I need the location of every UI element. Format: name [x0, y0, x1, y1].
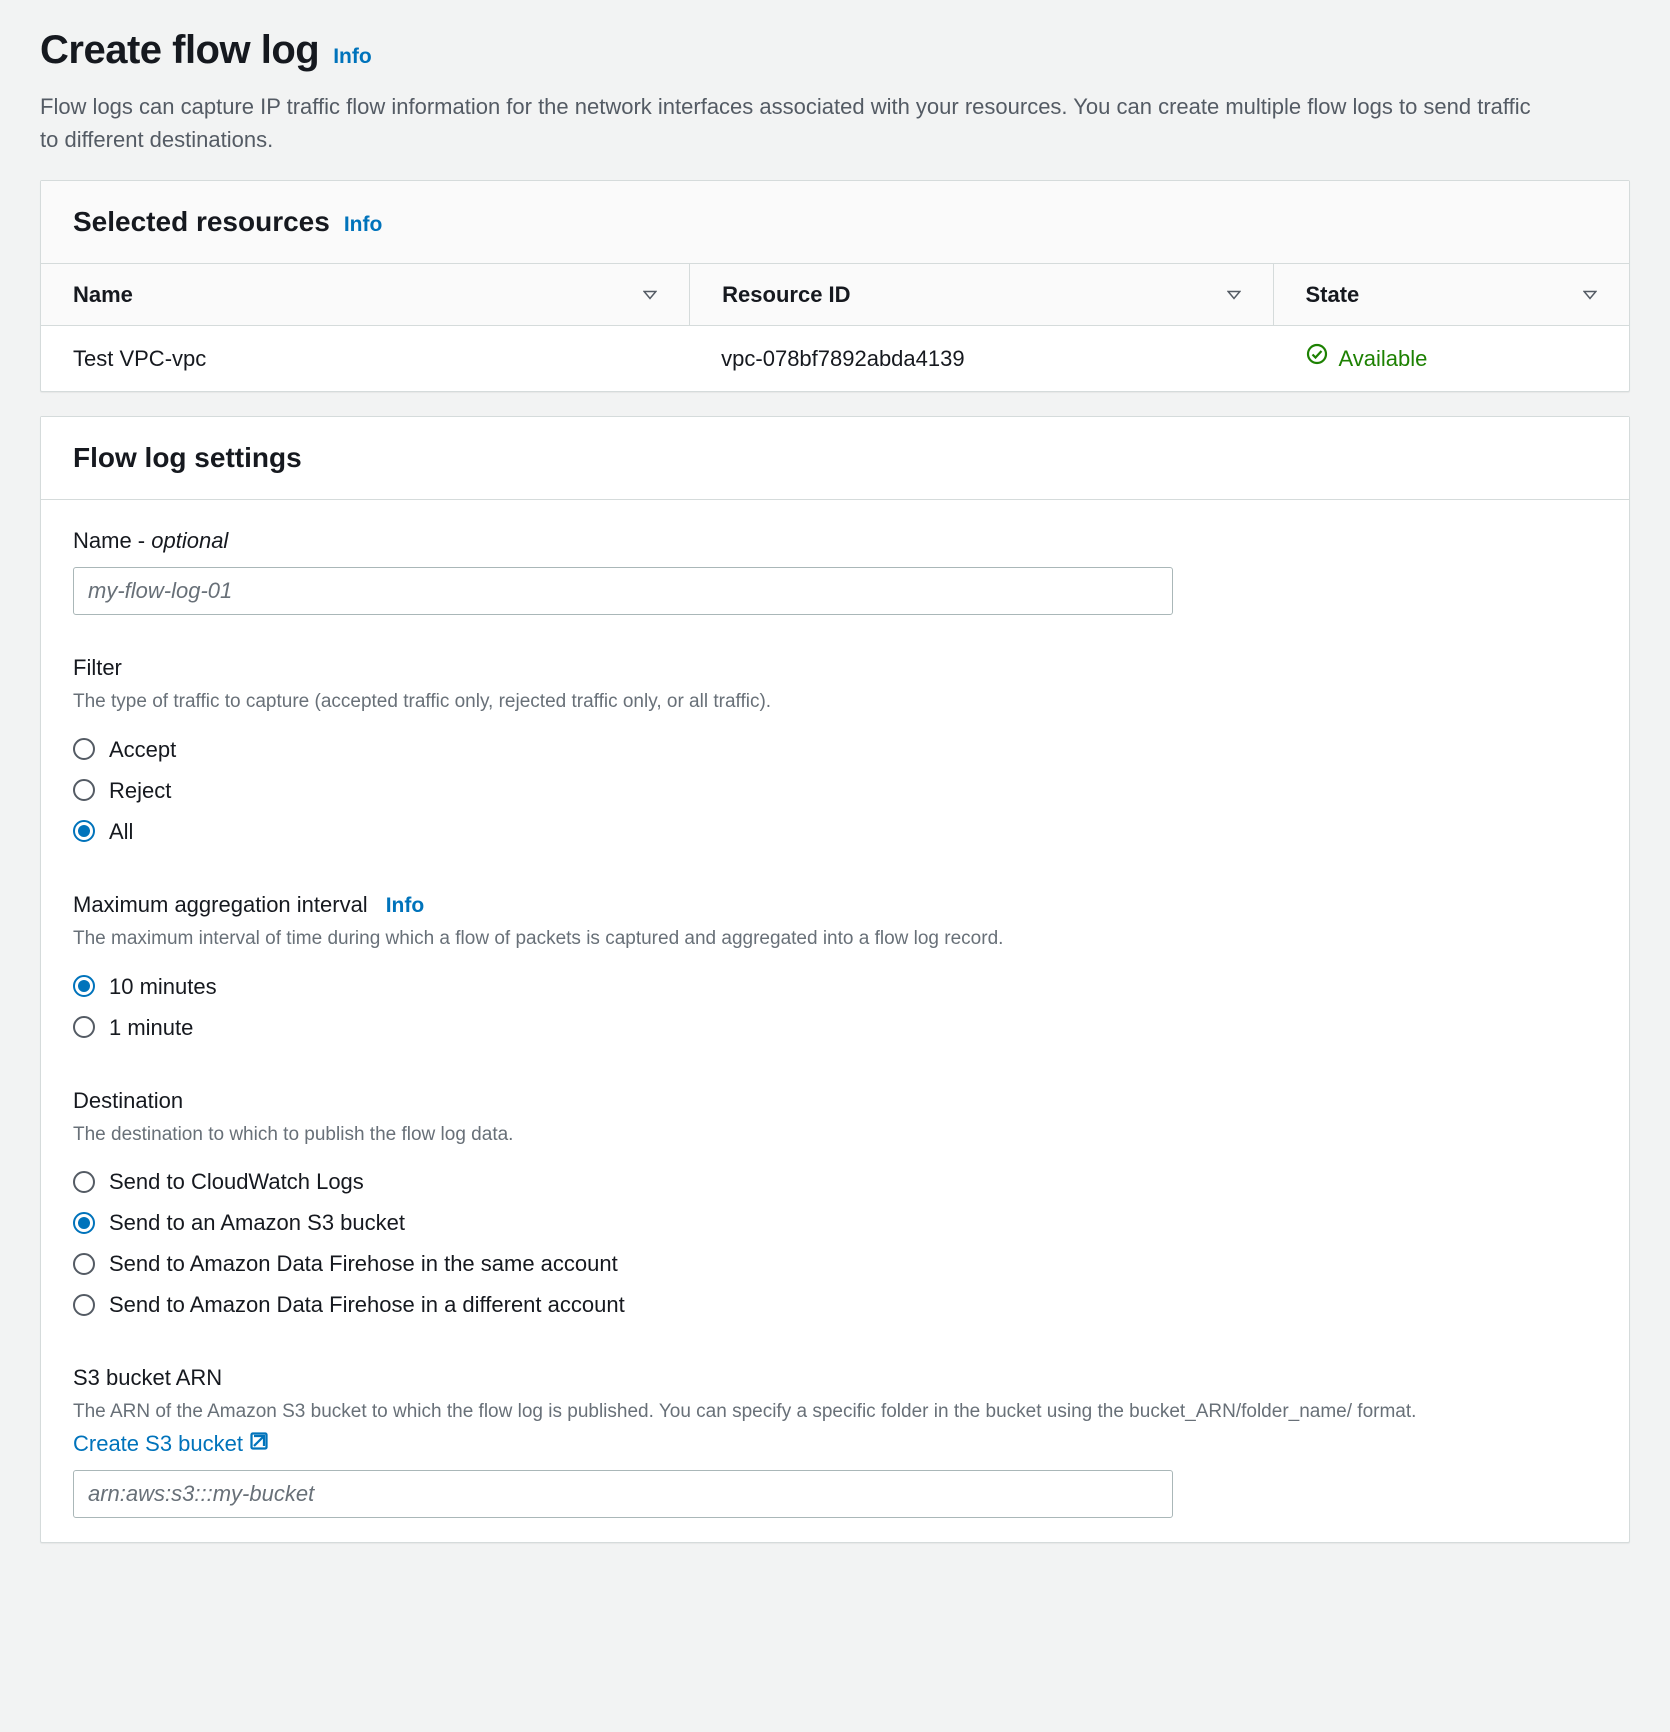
radio-label: Send to Amazon Data Firehose in a differ…	[109, 1288, 625, 1321]
radio-icon	[73, 1212, 95, 1234]
aggregation-label: Maximum aggregation interval	[73, 888, 368, 921]
aggregation-option-one[interactable]: 1 minute	[73, 1007, 1597, 1048]
radio-icon	[73, 820, 95, 842]
name-label-prefix: Name -	[73, 528, 151, 553]
s3-arn-field: S3 bucket ARN The ARN of the Amazon S3 b…	[73, 1361, 1597, 1518]
name-input[interactable]	[73, 567, 1173, 615]
radio-icon	[73, 1294, 95, 1316]
check-circle-icon	[1305, 342, 1329, 375]
flow-log-settings-panel: Flow log settings Name - optional Filter…	[40, 416, 1630, 1543]
page-info-link[interactable]: Info	[333, 41, 371, 73]
settings-title: Flow log settings	[73, 437, 302, 479]
page-title: Create flow log	[40, 20, 319, 80]
radio-label: Send to an Amazon S3 bucket	[109, 1206, 405, 1239]
selected-resources-panel: Selected resources Info Name Resource ID…	[40, 180, 1630, 392]
selected-resources-info-link[interactable]: Info	[344, 209, 382, 241]
col-name[interactable]: Name	[41, 264, 689, 325]
selected-resources-title: Selected resources	[73, 201, 330, 243]
radio-label: 10 minutes	[109, 970, 217, 1003]
radio-label: All	[109, 815, 133, 848]
s3-arn-label: S3 bucket ARN	[73, 1361, 1597, 1394]
col-name-label: Name	[73, 278, 133, 311]
page-description: Flow logs can capture IP traffic flow in…	[40, 90, 1540, 156]
radio-icon	[73, 1016, 95, 1038]
radio-icon	[73, 1253, 95, 1275]
filter-option-all[interactable]: All	[73, 811, 1597, 852]
cell-state: Available	[1273, 326, 1630, 391]
aggregation-option-ten[interactable]: 10 minutes	[73, 966, 1597, 1007]
table-row: Test VPC-vpc vpc-078bf7892abda4139 Avail…	[41, 326, 1629, 391]
cell-name: Test VPC-vpc	[41, 326, 689, 391]
radio-label: Accept	[109, 733, 176, 766]
radio-icon	[73, 975, 95, 997]
destination-option-cloudwatch[interactable]: Send to CloudWatch Logs	[73, 1161, 1597, 1202]
radio-icon	[73, 779, 95, 801]
destination-option-firehose-same[interactable]: Send to Amazon Data Firehose in the same…	[73, 1243, 1597, 1284]
destination-option-s3[interactable]: Send to an Amazon S3 bucket	[73, 1202, 1597, 1243]
external-link-icon	[249, 1427, 269, 1460]
s3-arn-help-text: The ARN of the Amazon S3 bucket to which…	[73, 1401, 1416, 1422]
aggregation-field: Maximum aggregation interval Info The ma…	[73, 888, 1597, 1048]
page-header: Create flow log Info Flow logs can captu…	[40, 20, 1630, 156]
radio-label: 1 minute	[109, 1011, 193, 1044]
destination-field: Destination The destination to which to …	[73, 1084, 1597, 1326]
sort-icon	[643, 288, 657, 302]
create-s3-bucket-label: Create S3 bucket	[73, 1427, 243, 1460]
s3-arn-help: The ARN of the Amazon S3 bucket to which…	[73, 1398, 1597, 1460]
col-resource-id[interactable]: Resource ID	[689, 264, 1272, 325]
aggregation-help: The maximum interval of time during whic…	[73, 925, 1597, 954]
radio-label: Send to CloudWatch Logs	[109, 1165, 364, 1198]
s3-arn-input[interactable]	[73, 1470, 1173, 1518]
filter-option-accept[interactable]: Accept	[73, 729, 1597, 770]
destination-option-firehose-diff[interactable]: Send to Amazon Data Firehose in a differ…	[73, 1284, 1597, 1325]
sort-icon	[1583, 288, 1597, 302]
filter-label: Filter	[73, 651, 1597, 684]
name-field: Name - optional	[73, 524, 1597, 615]
state-text: Available	[1339, 342, 1428, 375]
filter-help: The type of traffic to capture (accepted…	[73, 688, 1597, 717]
destination-label: Destination	[73, 1084, 1597, 1117]
filter-field: Filter The type of traffic to capture (a…	[73, 651, 1597, 852]
filter-option-reject[interactable]: Reject	[73, 770, 1597, 811]
sort-icon	[1227, 288, 1241, 302]
radio-label: Reject	[109, 774, 171, 807]
radio-icon	[73, 1171, 95, 1193]
destination-help: The destination to which to publish the …	[73, 1121, 1597, 1150]
col-state[interactable]: State	[1273, 264, 1630, 325]
create-s3-bucket-link[interactable]: Create S3 bucket	[73, 1427, 269, 1460]
cell-resource-id: vpc-078bf7892abda4139	[689, 326, 1272, 391]
aggregation-info-link[interactable]: Info	[386, 890, 424, 922]
col-state-label: State	[1306, 278, 1360, 311]
resources-table-header: Name Resource ID State	[41, 264, 1629, 326]
radio-label: Send to Amazon Data Firehose in the same…	[109, 1247, 618, 1280]
name-label-optional: optional	[151, 528, 228, 553]
col-resource-id-label: Resource ID	[722, 278, 850, 311]
radio-icon	[73, 738, 95, 760]
